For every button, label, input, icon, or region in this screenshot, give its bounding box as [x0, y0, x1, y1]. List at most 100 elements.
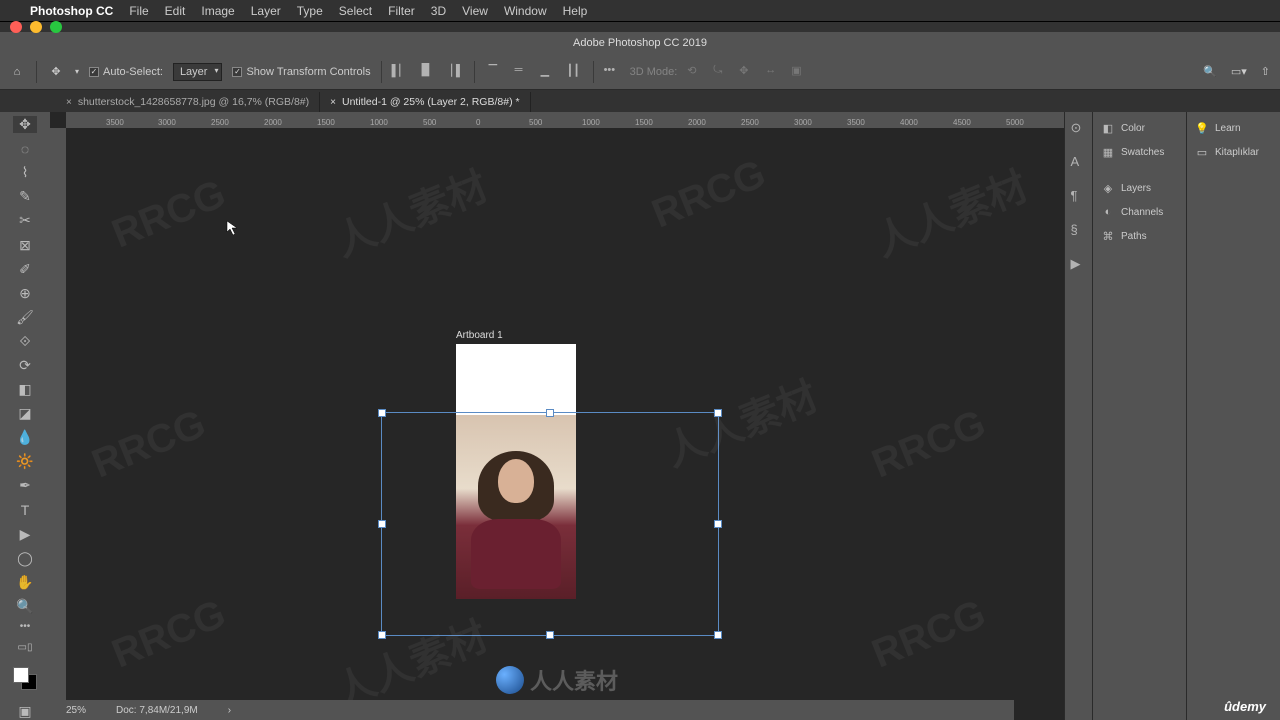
eraser-tool[interactable]: ◧	[13, 381, 37, 398]
panel-libraries[interactable]: ▭ Kitaplıklar	[1187, 140, 1280, 164]
dodge-tool[interactable]: 🔆	[13, 453, 37, 470]
panel-label: Learn	[1215, 123, 1241, 134]
blur-tool[interactable]: 💧	[13, 429, 37, 446]
separator	[381, 61, 382, 83]
close-tab-icon[interactable]: ×	[330, 97, 336, 108]
menu-filter[interactable]: Filter	[388, 4, 415, 18]
home-icon[interactable]: ⌂	[8, 63, 26, 81]
tab-document-1[interactable]: × shutterstock_1428658778.jpg @ 16,7% (R…	[56, 92, 320, 112]
menu-type[interactable]: Type	[297, 4, 323, 18]
artboard-label[interactable]: Artboard 1	[456, 330, 503, 341]
close-window-icon[interactable]	[10, 21, 22, 33]
show-transform-checkbox[interactable]: ✓ Show Transform Controls	[232, 66, 370, 78]
minimize-window-icon[interactable]	[30, 21, 42, 33]
crop-tool[interactable]: ✂	[13, 212, 37, 229]
menu-view[interactable]: View	[462, 4, 488, 18]
watermark: RRCG	[866, 592, 992, 678]
align-hcenter-icon[interactable]: ▐▌	[418, 64, 434, 80]
move-tool-icon[interactable]: ✥	[47, 63, 65, 81]
hand-tool[interactable]: ✋	[13, 574, 37, 591]
history-brush-tool[interactable]: ⟳	[13, 357, 37, 374]
quick-mask-icon[interactable]: ▭▯	[13, 639, 37, 656]
panel-color[interactable]: ◧ Color	[1093, 116, 1186, 140]
canvas-area[interactable]: 3500 3000 2500 2000 1500 1000 500 0 500 …	[50, 112, 1064, 720]
zoom-window-icon[interactable]	[50, 21, 62, 33]
workspace-icon[interactable]: ▭▾	[1231, 65, 1247, 78]
quick-select-tool[interactable]: ✎	[13, 188, 37, 205]
panel-label: Swatches	[1121, 147, 1164, 158]
menu-window[interactable]: Window	[504, 4, 547, 18]
panel-label: Channels	[1121, 207, 1163, 218]
panel-learn[interactable]: 💡 Learn	[1187, 116, 1280, 140]
panel-swatches[interactable]: ▦ Swatches	[1093, 140, 1186, 164]
menu-edit[interactable]: Edit	[165, 4, 186, 18]
glyphs-icon[interactable]: §	[1071, 222, 1087, 238]
menu-3d[interactable]: 3D	[431, 4, 446, 18]
transform-handle-ne[interactable]	[714, 409, 722, 417]
transform-handle-s[interactable]	[546, 631, 554, 639]
separator	[593, 61, 594, 83]
brush-tool[interactable]: 🖌	[13, 309, 37, 326]
path-select-tool[interactable]: ▶	[13, 526, 37, 543]
zoom-tool[interactable]: 🔍	[13, 598, 37, 615]
transform-handle-sw[interactable]	[378, 631, 386, 639]
align-bottom-icon[interactable]: ▁	[541, 64, 557, 80]
menu-file[interactable]: File	[129, 4, 148, 18]
checkbox-on-icon: ✓	[89, 67, 99, 77]
properties-icon[interactable]: ⊙	[1071, 120, 1087, 136]
zoom-level[interactable]: 25%	[66, 705, 86, 716]
workspace: ✥ ◌ ⌇ ✎ ✂ ⊠ ✐ ⊕ 🖌 ⟐ ⟳ ◧ ◪ 💧 🔆 ✒ T ▶ ◯ ✋ …	[0, 112, 1280, 720]
shape-tool[interactable]: ◯	[13, 550, 37, 567]
menu-select[interactable]: Select	[339, 4, 372, 18]
menu-help[interactable]: Help	[563, 4, 588, 18]
align-right-icon[interactable]: ▕▐	[444, 64, 460, 80]
lasso-tool[interactable]: ⌇	[13, 164, 37, 181]
more-icon[interactable]: •••	[604, 64, 620, 80]
align-vcenter-icon[interactable]: ═	[515, 64, 531, 80]
marquee-tool[interactable]: ◌	[13, 140, 37, 157]
heal-tool[interactable]: ⊕	[13, 285, 37, 302]
placed-image[interactable]	[456, 415, 576, 599]
menu-image[interactable]: Image	[201, 4, 234, 18]
share-icon[interactable]: ⇧	[1261, 65, 1270, 78]
chevron-down-icon[interactable]: ▾	[75, 67, 79, 76]
search-icon[interactable]: 🔍	[1203, 65, 1217, 78]
panel-label: Kitaplıklar	[1215, 147, 1259, 158]
panel-paths[interactable]: ⌘ Paths	[1093, 224, 1186, 248]
foreground-background-color[interactable]	[13, 667, 37, 690]
type-tool[interactable]: T	[13, 502, 37, 519]
transform-handle-se[interactable]	[714, 631, 722, 639]
close-tab-icon[interactable]: ×	[66, 97, 72, 108]
edit-toolbar[interactable]: •••	[13, 622, 37, 632]
move-tool[interactable]: ✥	[13, 116, 37, 133]
frame-tool[interactable]: ⊠	[13, 236, 37, 253]
clone-tool[interactable]: ⟐	[13, 333, 37, 350]
align-left-icon[interactable]: ▌▏	[392, 64, 408, 80]
tab-document-2[interactable]: × Untitled-1 @ 25% (Layer 2, RGB/8#) *	[320, 92, 530, 112]
auto-select-mode-select[interactable]: Layer	[173, 63, 223, 81]
screen-mode-icon[interactable]: ▣	[13, 703, 37, 720]
foreground-color-swatch[interactable]	[13, 667, 29, 683]
panel-layers[interactable]: ◈ Layers	[1093, 176, 1186, 200]
watermark: RRCG	[86, 402, 212, 488]
pen-tool[interactable]: ✒	[13, 477, 37, 494]
horizontal-ruler[interactable]: 3500 3000 2500 2000 1500 1000 500 0 500 …	[66, 112, 1064, 128]
doc-size[interactable]: Doc: 7,84M/21,9M	[116, 705, 198, 716]
gradient-tool[interactable]: ◪	[13, 405, 37, 422]
ruler-tick: 3000	[794, 118, 812, 127]
align-top-icon[interactable]: ▔	[489, 64, 505, 80]
panel-channels[interactable]: ◐ Channels	[1093, 200, 1186, 224]
status-arrow-icon[interactable]: ›	[228, 705, 231, 716]
play-icon[interactable]: ▶	[1071, 256, 1087, 272]
auto-select-checkbox[interactable]: ✓ Auto-Select:	[89, 66, 163, 78]
transform-handle-w[interactable]	[378, 520, 386, 528]
character-icon[interactable]: A	[1071, 154, 1087, 170]
distribute-icon[interactable]: ┃┃	[567, 64, 583, 80]
panels-column-1: ◧ Color ▦ Swatches ◈ Layers ◐ Channels ⌘…	[1092, 112, 1186, 720]
vertical-ruler[interactable]	[50, 128, 66, 720]
transform-handle-nw[interactable]	[378, 409, 386, 417]
paragraph-icon[interactable]: ¶	[1071, 188, 1087, 204]
menu-layer[interactable]: Layer	[251, 4, 281, 18]
eyedropper-tool[interactable]: ✐	[13, 261, 37, 278]
transform-handle-e[interactable]	[714, 520, 722, 528]
